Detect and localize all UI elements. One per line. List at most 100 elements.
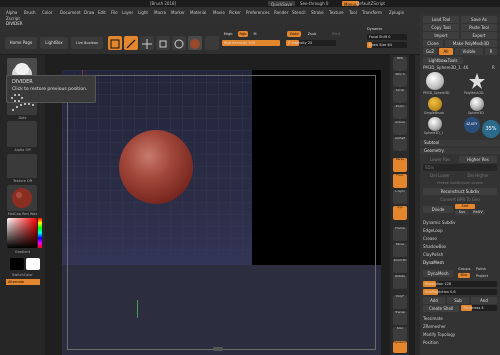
spix-button[interactable]: SPix 3 <box>393 72 407 87</box>
tool-thumb-polymesh[interactable] <box>468 72 486 90</box>
del-lower-button[interactable]: Del Lower <box>423 172 457 179</box>
rgb-intensity-slider[interactable]: Rgb Intensity 100 <box>222 40 280 46</box>
rgb-channel-button[interactable] <box>205 36 219 50</box>
clone-button[interactable]: Clone <box>423 40 443 47</box>
r2-button[interactable]: R <box>492 65 495 70</box>
zremesher-item[interactable]: ZRemesher <box>423 324 446 329</box>
polish-toggle[interactable]: Polish <box>476 267 486 271</box>
rgb-button[interactable]: Rgb <box>238 31 248 37</box>
del-higher-button[interactable]: Del Higher <box>459 172 497 179</box>
move-button[interactable] <box>140 36 154 50</box>
scroll-handle[interactable] <box>213 347 223 351</box>
subtool-header[interactable]: Subtool <box>420 140 500 146</box>
draw-size-slider[interactable]: Draw Size 64 <box>367 42 407 48</box>
dynamesh-button[interactable]: DynaMesh <box>423 270 453 277</box>
menu-alpha[interactable]: Alpha <box>6 10 17 15</box>
claypolish-item[interactable]: ClayPolish <box>423 252 443 257</box>
project-toggle[interactable]: Project <box>476 274 488 278</box>
lightbox-button[interactable]: LightBox <box>40 37 68 49</box>
menu-macro[interactable]: Macro <box>154 10 166 15</box>
frame-button[interactable]: Frame <box>393 226 407 241</box>
make-polymesh-button[interactable]: Make PolyMesh3D <box>445 40 497 47</box>
z-intensity-slider[interactable]: Z Intensity 25 <box>286 40 336 46</box>
sub-button[interactable]: Sub <box>447 297 469 304</box>
and-button[interactable]: And <box>471 297 497 304</box>
paste-tool-button[interactable]: Paste Tool <box>461 24 497 31</box>
higher-res-button[interactable]: Higher Res <box>459 156 497 163</box>
zcut-button[interactable]: Zcut <box>331 31 341 37</box>
document-viewport[interactable] <box>45 55 390 355</box>
menu-draw[interactable]: Draw <box>84 10 94 15</box>
convert-bpr-button[interactable]: Convert BPR To Geo <box>423 196 497 203</box>
zsub-button[interactable]: Zsub <box>306 31 318 37</box>
sdiv-slider[interactable]: SDiv <box>423 164 497 171</box>
reuv-toggle[interactable]: ReUV <box>471 210 485 215</box>
secondary-color-swatch[interactable] <box>26 258 40 270</box>
import-button[interactable]: Import <box>423 32 459 39</box>
menu-layer[interactable]: Layer <box>122 10 133 15</box>
solo-button[interactable]: Solo <box>393 326 407 341</box>
copy-tool-button[interactable]: Copy Tool <box>423 24 459 31</box>
material-button[interactable] <box>188 36 202 50</box>
menu-material[interactable]: Material <box>190 10 206 15</box>
alpha-thumbnail[interactable] <box>7 121 37 147</box>
menu-stroke[interactable]: Stroke <box>311 10 324 15</box>
draw-button[interactable] <box>124 36 138 50</box>
material-thumbnail[interactable] <box>7 185 37 211</box>
persp-button[interactable]: Persp <box>393 157 407 172</box>
reconstruct-subdiv-button[interactable]: Reconstruct Subdiv <box>423 188 497 195</box>
menu-brush[interactable]: Brush <box>24 10 36 15</box>
resolution-slider[interactable]: Resolution 128 <box>423 281 497 287</box>
divider-strip[interactable] <box>409 55 415 355</box>
menu-marker[interactable]: Marker <box>171 10 185 15</box>
menu-document[interactable]: Document <box>60 10 81 15</box>
groups-toggle[interactable]: Groups <box>458 267 470 271</box>
freeze-subdiv-button[interactable]: Freeze SubDivision Levels <box>423 180 497 187</box>
mrgb-button[interactable]: Mrgb <box>223 31 233 37</box>
rotate-view-button[interactable]: Rotate <box>393 274 407 289</box>
dynamic-view-button[interactable]: Dynamic <box>393 340 407 353</box>
geometry-header[interactable]: Geometry <box>420 148 500 154</box>
menu-zplugin[interactable]: Zplugin <box>389 10 404 15</box>
save-as-button[interactable]: Save As <box>461 16 497 23</box>
position-item[interactable]: Position <box>423 340 439 345</box>
tessimate-item[interactable]: Tessimate <box>423 316 443 321</box>
menu-picker[interactable]: Picker <box>229 10 241 15</box>
create-shell-button[interactable]: Create Shell <box>423 305 459 312</box>
local-button[interactable]: L.Sym <box>393 189 407 204</box>
blur-slider[interactable]: Blur <box>458 273 470 278</box>
crease-item[interactable]: Crease <box>423 236 437 241</box>
lightbox-tools-button[interactable]: Lightbox▸Tools <box>423 57 463 64</box>
menu-edit[interactable]: Edit <box>98 10 106 15</box>
modify-topology-item[interactable]: Modify Topology <box>423 332 455 337</box>
export-button[interactable]: Export <box>461 32 497 39</box>
live-boolean-button[interactable]: Live Boolean <box>71 37 103 49</box>
seethrough-slider[interactable]: See-through 0 <box>300 0 328 7</box>
bpr-button[interactable]: BPR <box>393 56 407 71</box>
hue-bar[interactable] <box>38 218 42 248</box>
add-button[interactable]: Add <box>423 297 445 304</box>
menu-render[interactable]: Render <box>274 10 288 15</box>
visible-button[interactable]: Visible <box>455 48 483 55</box>
r-button[interactable]: R <box>485 48 497 55</box>
menu-preferences[interactable]: Preferences <box>246 10 270 15</box>
actual-button[interactable]: Actual <box>393 120 407 135</box>
scale-button[interactable] <box>156 36 170 50</box>
zoom3d-button[interactable]: Zoom3D <box>393 258 407 273</box>
menu-texture[interactable]: Texture <box>329 10 344 15</box>
polyf-button[interactable]: PolyF <box>393 294 407 309</box>
zadd-button[interactable]: Zadd <box>287 31 301 37</box>
suv-toggle[interactable]: Suv <box>455 210 469 215</box>
lower-res-button[interactable]: Lower Res <box>423 156 457 163</box>
tool-thumb-pm3d-sphere[interactable] <box>426 72 444 90</box>
menu-file[interactable]: File <box>111 10 118 15</box>
rotate-button[interactable] <box>172 36 186 50</box>
focal-shift-slider[interactable]: Focal Shift 0 <box>367 34 407 40</box>
all-button[interactable]: All <box>439 48 453 55</box>
m-button[interactable]: M <box>251 31 259 37</box>
menu-transform[interactable]: Transform <box>362 10 382 15</box>
edgeloop-item[interactable]: EdgeLoop <box>423 228 443 233</box>
menu-movie[interactable]: Movie <box>213 10 225 15</box>
menu-tool[interactable]: Tool <box>349 10 357 15</box>
edit-button[interactable] <box>108 36 122 50</box>
